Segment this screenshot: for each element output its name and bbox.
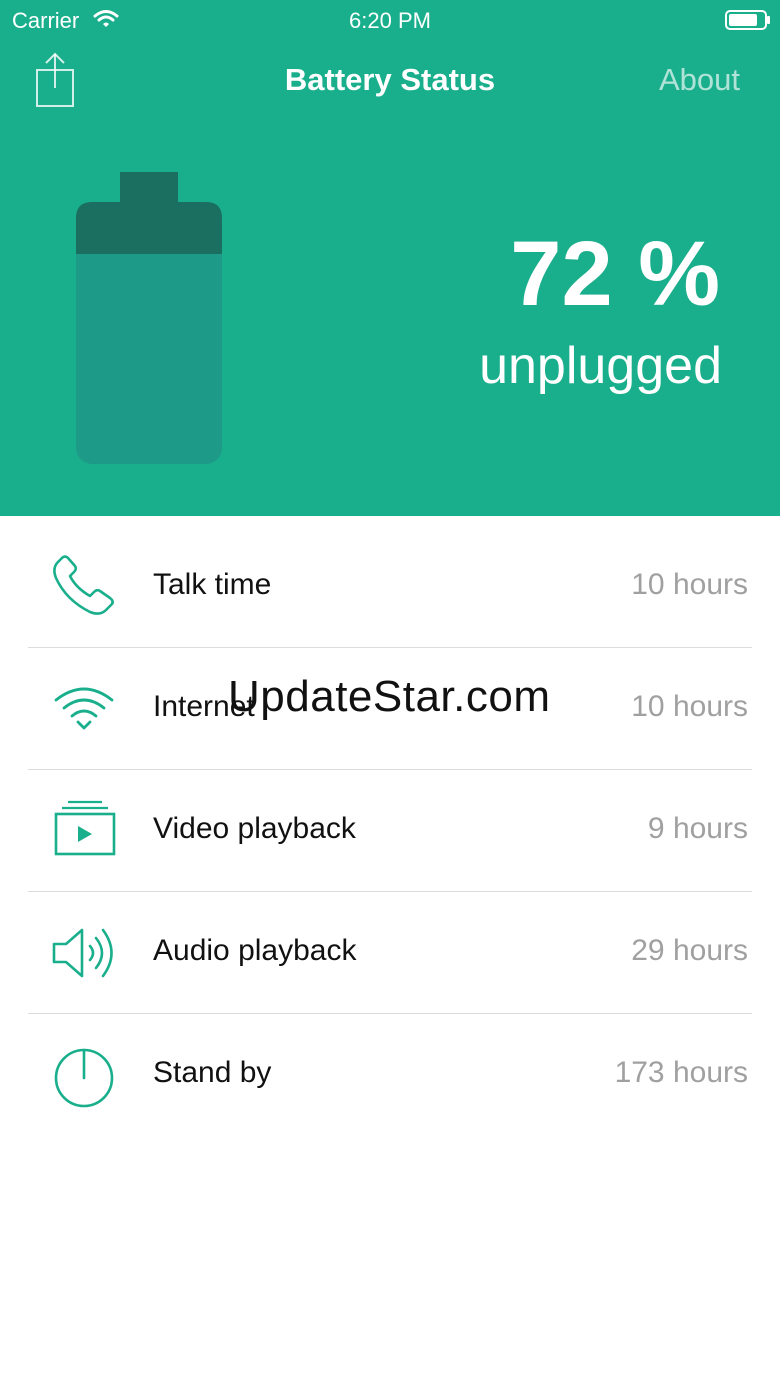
list-item[interactable]: Stand by 173 hours (0, 1014, 780, 1136)
usage-value: 9 hours (647, 812, 748, 845)
list-item[interactable]: Audio playback 29 hours (0, 892, 780, 1014)
about-button[interactable]: About (659, 62, 740, 98)
usage-label: Video playback (153, 812, 356, 845)
watermark: UpdateStar.com (228, 672, 551, 721)
usage-value: 10 hours (631, 568, 748, 601)
status-bar: Carrier 6:20 PM (0, 0, 780, 40)
navigation-bar: Battery Status About (0, 44, 780, 116)
battery-level-icon (76, 172, 222, 464)
list-item[interactable]: Video playback 9 hours (0, 770, 780, 892)
list-item[interactable]: Talk time 10 hours (0, 526, 780, 648)
charging-state: unplugged (479, 337, 722, 395)
speaker-icon (52, 928, 113, 978)
header: Carrier 6:20 PM Battery Status About 72 (0, 0, 780, 516)
video-icon (54, 800, 116, 856)
usage-value: 10 hours (631, 690, 748, 723)
usage-value: 29 hours (631, 934, 748, 967)
battery-percentage: 72 % (510, 223, 720, 325)
phone-icon (53, 555, 114, 615)
usage-label: Stand by (153, 1056, 272, 1089)
wifi-icon (54, 687, 114, 730)
usage-value: 173 hours (614, 1056, 748, 1089)
usage-list: Talk time 10 hours Internet 10 hours Vid… (0, 526, 780, 1136)
power-icon (54, 1048, 114, 1108)
battery-status-icon (725, 10, 770, 30)
usage-label: Talk time (153, 568, 272, 601)
clock: 6:20 PM (349, 8, 431, 33)
usage-label: Audio playback (153, 934, 357, 967)
